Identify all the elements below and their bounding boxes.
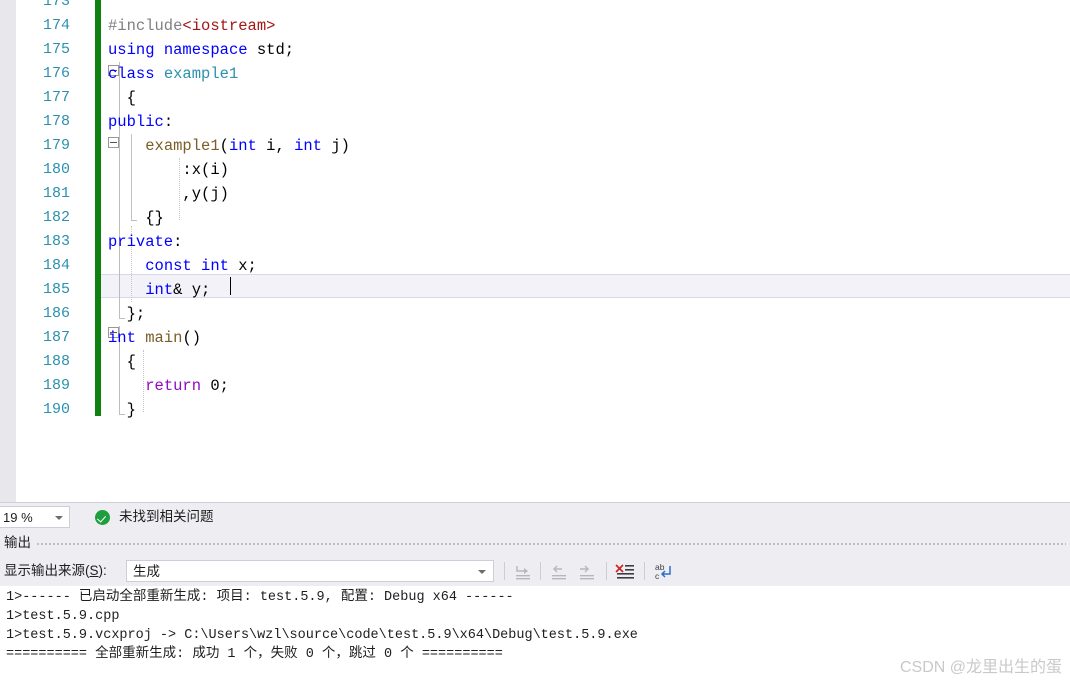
code-line[interactable]: 190 } bbox=[0, 398, 1070, 422]
output-source-combobox[interactable]: 生成 bbox=[126, 560, 494, 582]
code-line[interactable]: 187 int main() bbox=[0, 326, 1070, 350]
code-line[interactable]: 174 #include<iostream> bbox=[0, 14, 1070, 38]
code-editor[interactable]: 173 174 #include<iostream> 175 using namespa… bbox=[0, 0, 1070, 502]
toolbar-separator bbox=[540, 562, 541, 580]
line-number: 179 bbox=[42, 137, 70, 154]
code-line[interactable]: 178 public: bbox=[0, 110, 1070, 134]
line-number: 182 bbox=[42, 209, 70, 226]
csdn-watermark: CSDN @龙里出生的蛋 bbox=[899, 659, 1062, 676]
line-number: 175 bbox=[42, 41, 70, 58]
find-next-message-icon[interactable] bbox=[574, 560, 600, 583]
code-line[interactable]: 177 { bbox=[0, 86, 1070, 110]
code-line[interactable]: 176 class example1 bbox=[0, 62, 1070, 86]
line-number: 183 bbox=[42, 233, 70, 250]
code-text: using namespace std; bbox=[108, 41, 295, 59]
line-number: 181 bbox=[42, 185, 70, 202]
code-text: public: bbox=[108, 113, 174, 131]
toggle-word-wrap-icon[interactable]: ab c bbox=[650, 560, 676, 583]
code-line[interactable]: 184 const int x; bbox=[0, 254, 1070, 278]
chevron-down-icon[interactable] bbox=[55, 516, 63, 520]
line-number: 188 bbox=[42, 353, 70, 370]
output-line: 1>------ 已启动全部重新生成: 项目: test.5.9, 配置: De… bbox=[6, 590, 514, 605]
line-number: 190 bbox=[42, 401, 70, 418]
code-line[interactable]: 185 int& y; bbox=[0, 278, 1070, 302]
code-line[interactable]: 180 :x(i) bbox=[0, 158, 1070, 182]
editor-status-bar: 19 % 未找到相关问题 bbox=[0, 502, 1070, 530]
toolbar-separator bbox=[644, 562, 645, 580]
line-number: 174 bbox=[42, 17, 70, 34]
code-text: } bbox=[108, 401, 136, 419]
clear-all-icon[interactable] bbox=[612, 560, 638, 583]
output-source-label: 显示输出来源(S): bbox=[4, 563, 107, 578]
code-text: example1(int i, int j) bbox=[145, 137, 350, 155]
code-line[interactable]: 181 ,y(j) bbox=[0, 182, 1070, 206]
code-text: private: bbox=[108, 233, 183, 251]
code-text: {} bbox=[108, 209, 164, 227]
line-number: 185 bbox=[42, 281, 70, 298]
code-text: }; bbox=[108, 305, 146, 323]
code-line[interactable]: 179 example1(int i, int j) bbox=[0, 134, 1070, 158]
visual-studio-window: 173 174 #include<iostream> 175 using namespa… bbox=[0, 0, 1070, 685]
code-line[interactable]: 175 using namespace std; bbox=[0, 38, 1070, 62]
line-number: 186 bbox=[42, 305, 70, 322]
chevron-down-icon[interactable] bbox=[478, 570, 486, 574]
panel-drag-grip[interactable] bbox=[36, 542, 1066, 545]
line-number: 177 bbox=[42, 89, 70, 106]
code-text: #include<iostream> bbox=[108, 17, 276, 35]
output-toolbar: 显示输出来源(S): 生成 ab c bbox=[0, 556, 1070, 586]
code-text: :x(i) bbox=[108, 161, 229, 179]
output-line: 1>test.5.9.cpp bbox=[6, 609, 120, 624]
zoom-level-value: 19 % bbox=[3, 510, 33, 525]
output-panel-titlebar[interactable]: 输出 bbox=[0, 530, 1070, 556]
line-number: 184 bbox=[42, 257, 70, 274]
problems-status-text: 未找到相关问题 bbox=[119, 509, 214, 524]
code-line[interactable]: 173 bbox=[0, 0, 1070, 14]
code-text: class example1 bbox=[108, 65, 239, 83]
find-previous-message-icon[interactable] bbox=[546, 560, 572, 583]
code-text: return 0; bbox=[145, 377, 229, 395]
text-caret bbox=[230, 277, 231, 295]
code-line[interactable]: 189 return 0; bbox=[0, 374, 1070, 398]
code-line[interactable]: 188 { bbox=[0, 350, 1070, 374]
code-line[interactable]: 186 }; bbox=[0, 302, 1070, 326]
toolbar-separator bbox=[606, 562, 607, 580]
code-text: const int x; bbox=[145, 257, 257, 275]
output-line: 1>test.5.9.vcxproj -> C:\Users\wzl\sourc… bbox=[6, 628, 638, 643]
line-number: 173 bbox=[42, 0, 70, 10]
code-text: ,y(j) bbox=[108, 185, 229, 203]
check-circle-icon bbox=[95, 510, 110, 525]
output-panel-title: 输出 bbox=[4, 535, 31, 550]
zoom-level-combobox[interactable]: 19 % bbox=[0, 506, 70, 528]
line-number: 187 bbox=[42, 329, 70, 346]
output-line: ========== 全部重新生成: 成功 1 个，失败 0 个，跳过 0 个 … bbox=[6, 647, 503, 662]
go-to-message-icon[interactable] bbox=[510, 560, 536, 583]
code-line[interactable]: 183 private: bbox=[0, 230, 1070, 254]
line-number: 189 bbox=[42, 377, 70, 394]
code-text: { bbox=[108, 89, 136, 107]
code-text: int main() bbox=[108, 329, 202, 347]
code-line[interactable]: 182 {} bbox=[0, 206, 1070, 230]
output-source-value: 生成 bbox=[133, 564, 160, 579]
line-number: 178 bbox=[42, 113, 70, 130]
toolbar-separator bbox=[504, 562, 505, 580]
code-text: int& y; bbox=[145, 281, 211, 299]
line-number: 180 bbox=[42, 161, 70, 178]
code-text: { bbox=[108, 353, 136, 371]
svg-text:c: c bbox=[655, 571, 660, 581]
line-number: 176 bbox=[42, 65, 70, 82]
